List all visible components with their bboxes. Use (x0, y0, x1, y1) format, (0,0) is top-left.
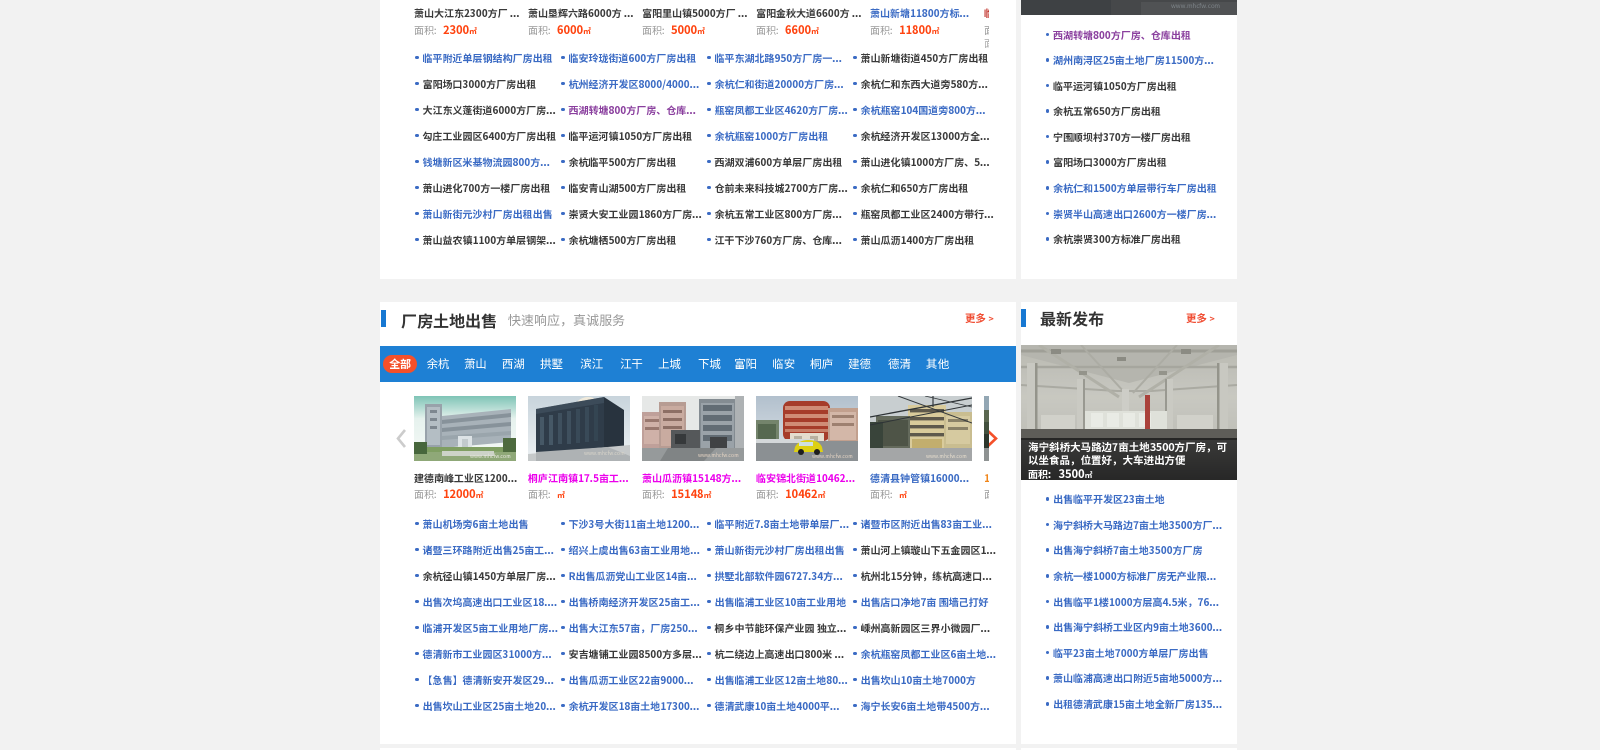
svg-text:www.mhcfw.com: www.mhcfw.com (698, 452, 739, 459)
svg-text:www.mhcfw.com: www.mhcfw.com (584, 450, 625, 457)
svg-text:www.mhcfw.com: www.mhcfw.com (470, 453, 511, 460)
svg-text:www.mhcfw.com: www.mhcfw.com (926, 453, 967, 460)
svg-text:www.mhcfw.com: www.mhcfw.com (1171, 1, 1220, 10)
svg-text:www.mhcfw.com: www.mhcfw.com (812, 453, 853, 460)
